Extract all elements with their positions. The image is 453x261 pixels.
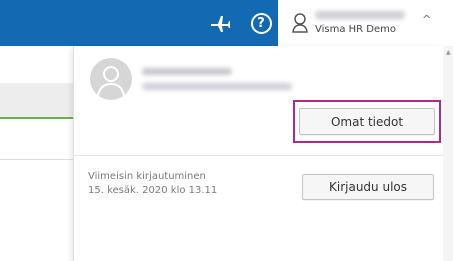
my-profile-button[interactable]: Omat tiedot xyxy=(299,108,435,135)
chevron-up-icon[interactable]: ^ xyxy=(422,13,431,26)
user-company: Visma HR Demo xyxy=(315,24,397,35)
last-login-label: Viimeisin kirjautuminen xyxy=(88,171,206,182)
user-icon xyxy=(292,13,308,33)
avatar-placeholder-icon xyxy=(97,66,125,97)
background-divider xyxy=(0,159,73,160)
help-button[interactable]: ? xyxy=(246,0,276,46)
dropdown-divider xyxy=(74,155,444,156)
profile-email-redacted xyxy=(142,83,292,90)
logout-button[interactable]: Kirjaudu ulos xyxy=(302,174,434,200)
user-dropdown-panel: Omat tiedot Viimeisin kirjautuminen 15. … xyxy=(73,46,444,261)
profile-name-redacted xyxy=(142,68,232,75)
last-login-value: 15. kesäk. 2020 klo 13.11 xyxy=(88,185,218,196)
user-menu-trigger[interactable]: Visma HR Demo ^ xyxy=(278,0,453,46)
background-tab-row xyxy=(0,83,73,119)
avatar xyxy=(90,58,132,100)
airplane-icon xyxy=(211,16,230,32)
user-name-redacted xyxy=(315,11,405,19)
top-navigation-bar: ? Visma HR Demo ^ xyxy=(0,0,453,46)
help-icon: ? xyxy=(250,12,272,34)
scroll-up-arrow-icon[interactable]: ▲ xyxy=(446,49,451,56)
scrollbar[interactable]: ▲ xyxy=(444,46,453,261)
travel-button[interactable] xyxy=(200,0,240,46)
